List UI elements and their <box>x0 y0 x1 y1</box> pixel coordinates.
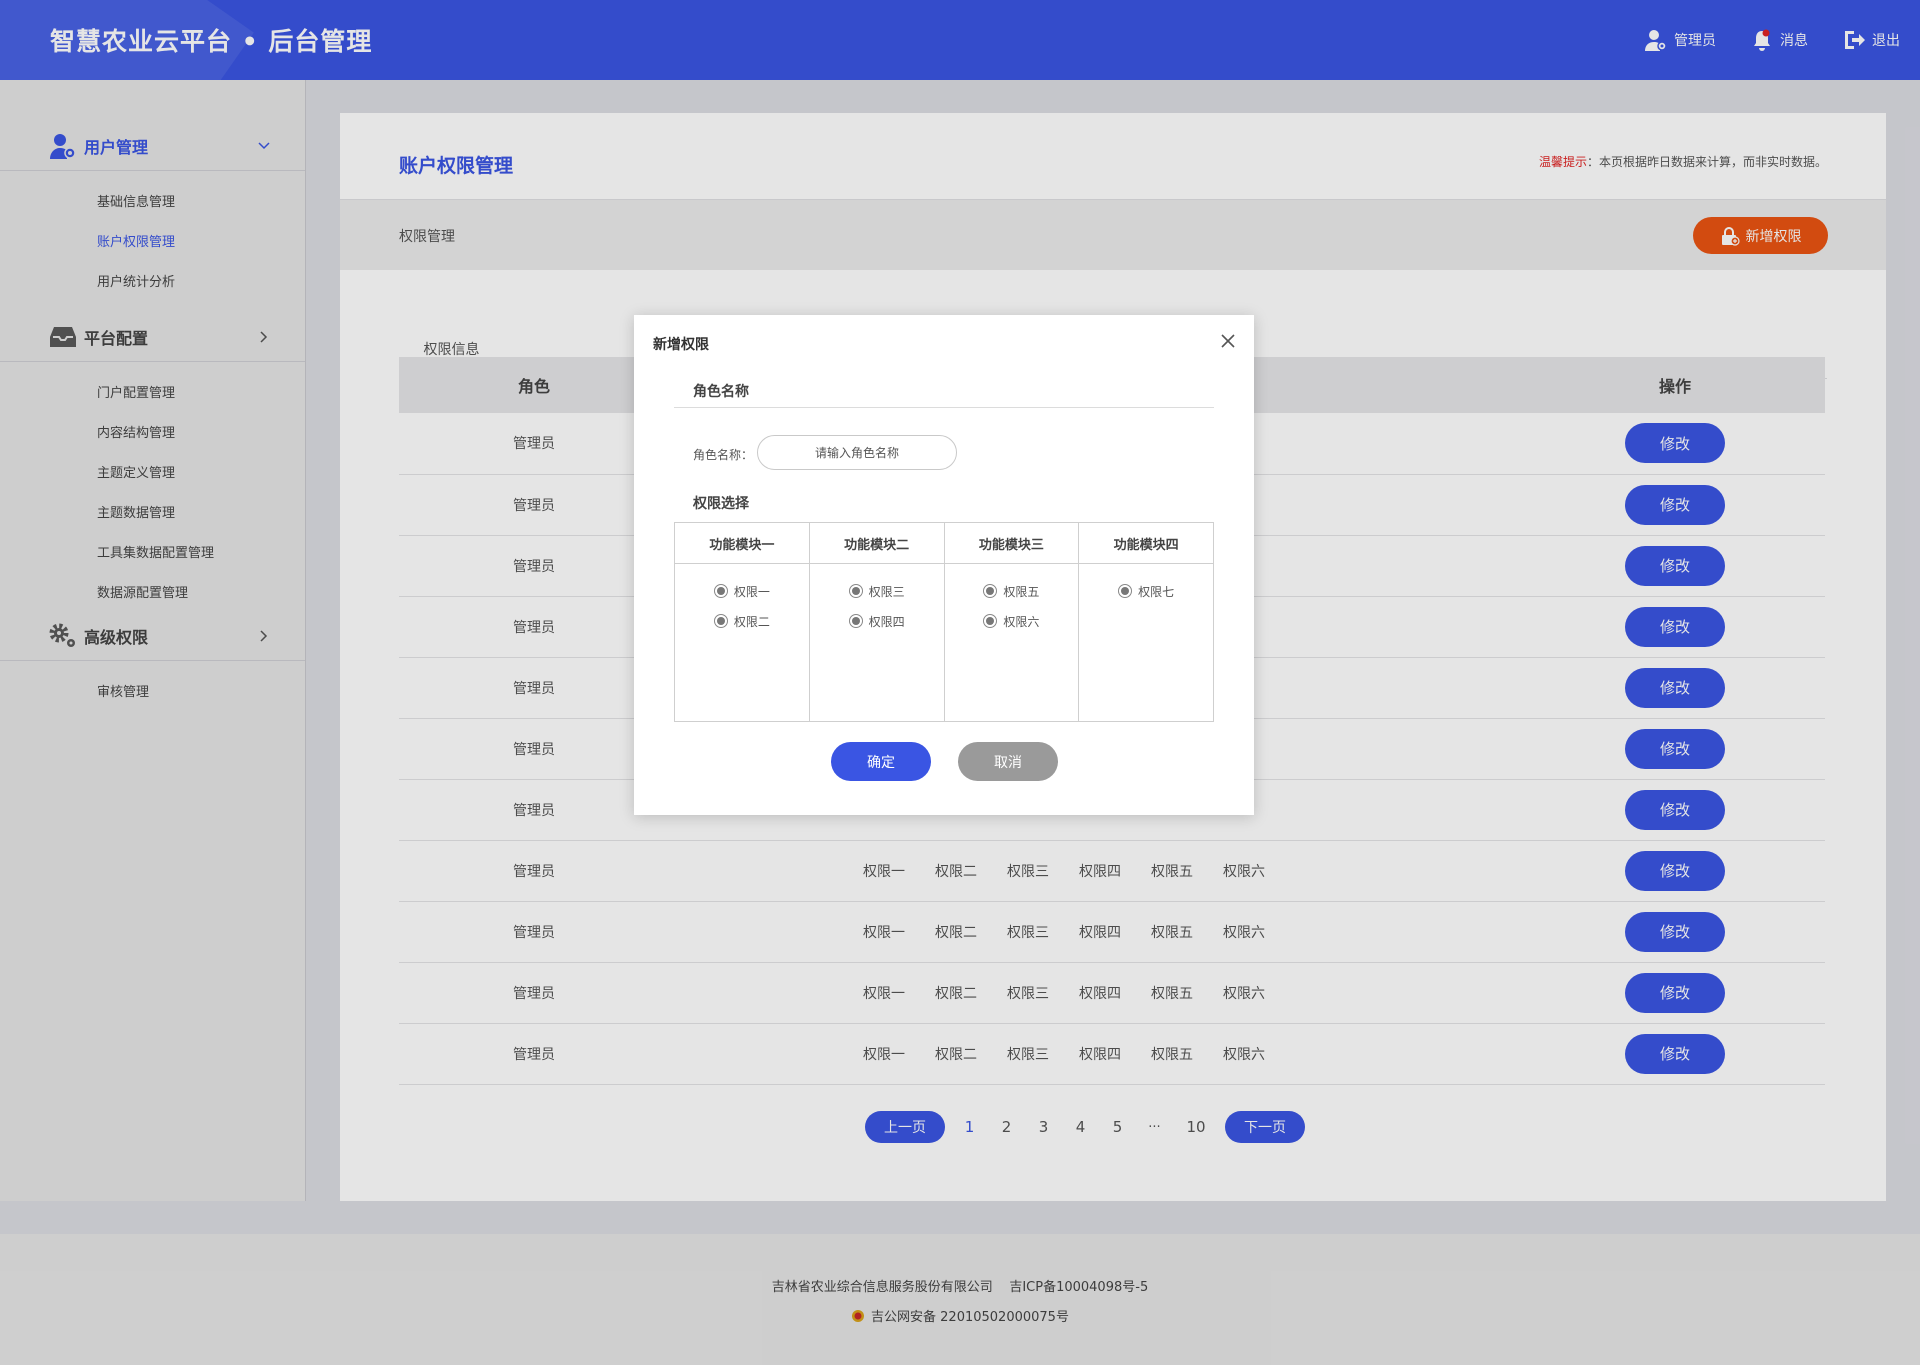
close-icon[interactable] <box>1216 329 1240 353</box>
add-permission-modal: 新增权限 角色名称 角色名称： 权限选择 功能模块一 功能模块二 功能模块三 功… <box>634 315 1254 815</box>
module-options: 权限七 <box>1078 563 1214 722</box>
divider <box>674 407 1214 408</box>
module-options: 权限三 权限四 <box>808 563 945 722</box>
radio-checked-icon <box>848 584 863 598</box>
module-header: 功能模块二 <box>808 522 945 564</box>
modal-title: 新增权限 <box>653 337 709 353</box>
permission-option[interactable]: 权限六 <box>945 606 1079 636</box>
permission-option[interactable]: 权限四 <box>810 606 944 636</box>
module-options: 权限一 权限二 <box>674 563 810 722</box>
radio-checked-icon <box>983 614 998 628</box>
permission-option[interactable]: 权限五 <box>945 576 1079 606</box>
permission-option-label: 权限六 <box>1003 614 1040 629</box>
permission-option[interactable]: 权限二 <box>675 606 809 636</box>
cancel-button[interactable]: 取消 <box>958 742 1058 781</box>
radio-checked-icon <box>983 584 998 598</box>
module-header: 功能模块四 <box>1078 522 1214 564</box>
radio-checked-icon <box>1118 584 1133 598</box>
permission-option-label: 权限七 <box>1138 584 1175 599</box>
radio-checked-icon <box>848 614 863 628</box>
permission-option[interactable]: 权限三 <box>810 576 944 606</box>
module-options-row: 权限一 权限二 权限三 权限四 权限五 权限六 权限七 <box>674 563 1214 722</box>
module-header-row: 功能模块一 功能模块二 功能模块三 功能模块四 <box>674 522 1214 564</box>
permission-option-label: 权限二 <box>733 614 770 629</box>
confirm-button[interactable]: 确定 <box>831 742 931 781</box>
permission-option[interactable]: 权限七 <box>1079 576 1213 606</box>
module-header: 功能模块三 <box>943 522 1080 564</box>
role-name-label: 角色名称： <box>693 448 754 462</box>
permission-option[interactable]: 权限一 <box>675 576 809 606</box>
section-role-name: 角色名称 <box>693 384 749 400</box>
radio-checked-icon <box>713 614 728 628</box>
permission-option-label: 权限五 <box>1003 584 1040 599</box>
module-options: 权限五 权限六 <box>943 563 1080 722</box>
permission-select-table: 功能模块一 功能模块二 功能模块三 功能模块四 权限一 权限二 权限三 权限四 … <box>674 522 1214 722</box>
role-name-input[interactable] <box>757 435 957 470</box>
radio-checked-icon <box>713 584 728 598</box>
permission-option-label: 权限一 <box>733 584 770 599</box>
permission-option-label: 权限三 <box>868 584 905 599</box>
permission-option-label: 权限四 <box>868 614 905 629</box>
section-permission-select: 权限选择 <box>693 496 749 512</box>
module-header: 功能模块一 <box>674 522 810 564</box>
